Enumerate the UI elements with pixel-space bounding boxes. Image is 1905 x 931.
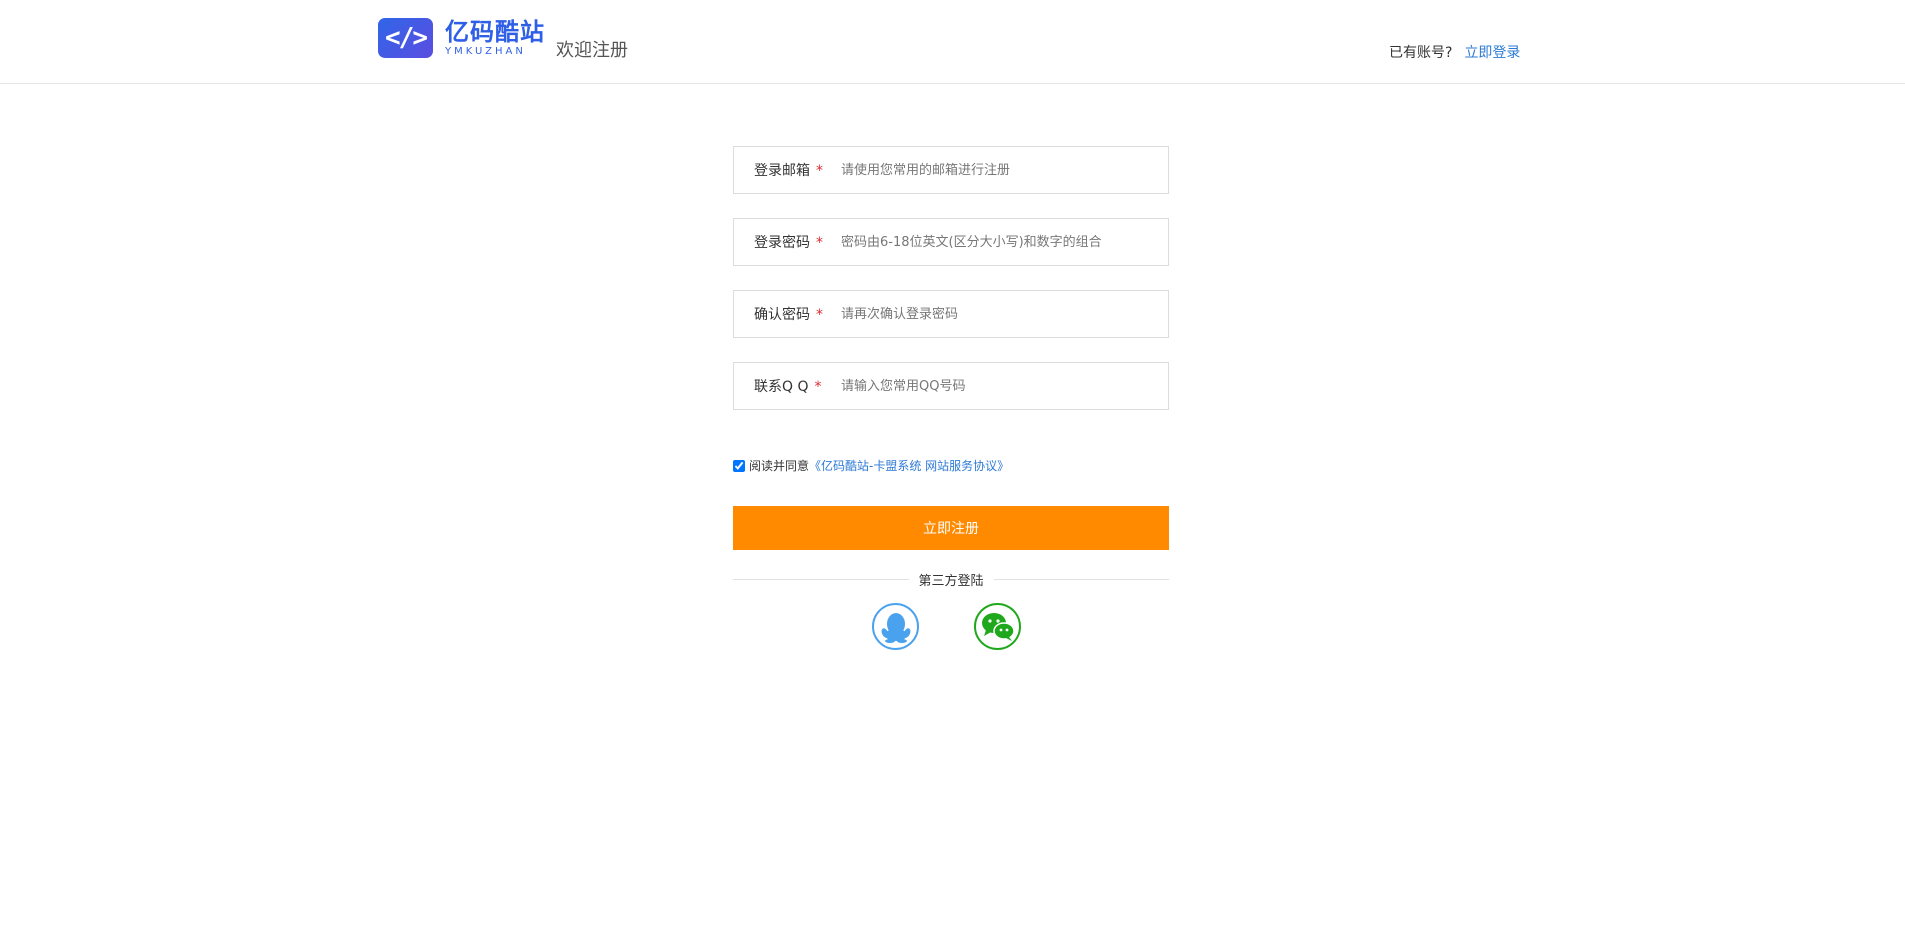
confirm-password-input[interactable] [839,290,1168,338]
wechat-icon [981,612,1015,641]
confirm-password-label: 确认密码 * [754,307,823,323]
required-mark: * [816,307,823,323]
required-mark: * [814,379,822,395]
qq-penguin-icon [881,612,910,643]
account-prompt: 已有账号? 立即登录 [1389,42,1520,62]
password-label: 登录密码 * [754,235,823,251]
code-brackets-icon: </> [378,18,433,58]
register-form: 登录邮箱* 登录密码* 确认密码* 联系Q Q* [733,146,1169,434]
top-header: </> 亿码酷站 YMKUZHAN 欢迎注册 已有账号? 立即登录 [0,0,1905,84]
password-field: 登录密码 * [733,218,1169,266]
agreement-row: 阅读并同意 《亿码酷站-卡盟系统 网站服务协议》 [733,457,1009,474]
qq-label: 联系Q Q * [754,379,822,395]
divider-line [733,579,909,580]
divider-line [993,579,1170,580]
agree-checkbox[interactable] [733,459,745,472]
email-field: 登录邮箱 * [733,146,1169,194]
email-label: 登录邮箱 * [754,163,823,179]
register-button[interactable]: 立即注册 [733,506,1169,550]
login-link[interactable]: 立即登录 [1464,45,1520,61]
confirm-password-field: 确认密码 * [733,290,1169,338]
third-party-label: 第三方登陆 [918,574,984,589]
logo-text: 亿码酷站 YMKUZHAN [445,20,545,57]
wechat-login-button[interactable] [974,603,1021,650]
third-party-divider: 第三方登陆 [733,570,1170,589]
email-input[interactable] [839,146,1168,194]
logo-name-en: YMKUZHAN [445,45,526,57]
required-mark: * [816,163,823,179]
agree-text: 阅读并同意 [749,459,810,473]
logo-name-cn: 亿码酷站 [445,17,545,46]
qq-login-button[interactable] [872,603,919,650]
qq-input[interactable] [839,362,1168,410]
agreement-link[interactable]: 《亿码酷站-卡盟系统 网站服务协议》 [809,457,1009,474]
site-logo[interactable]: </> 亿码酷站 YMKUZHAN [378,18,545,58]
account-prompt-text: 已有账号? [1389,45,1453,61]
password-input[interactable] [839,218,1168,266]
page-title: 欢迎注册 [556,40,628,61]
required-mark: * [816,235,823,251]
qq-field: 联系Q Q * [733,362,1169,410]
